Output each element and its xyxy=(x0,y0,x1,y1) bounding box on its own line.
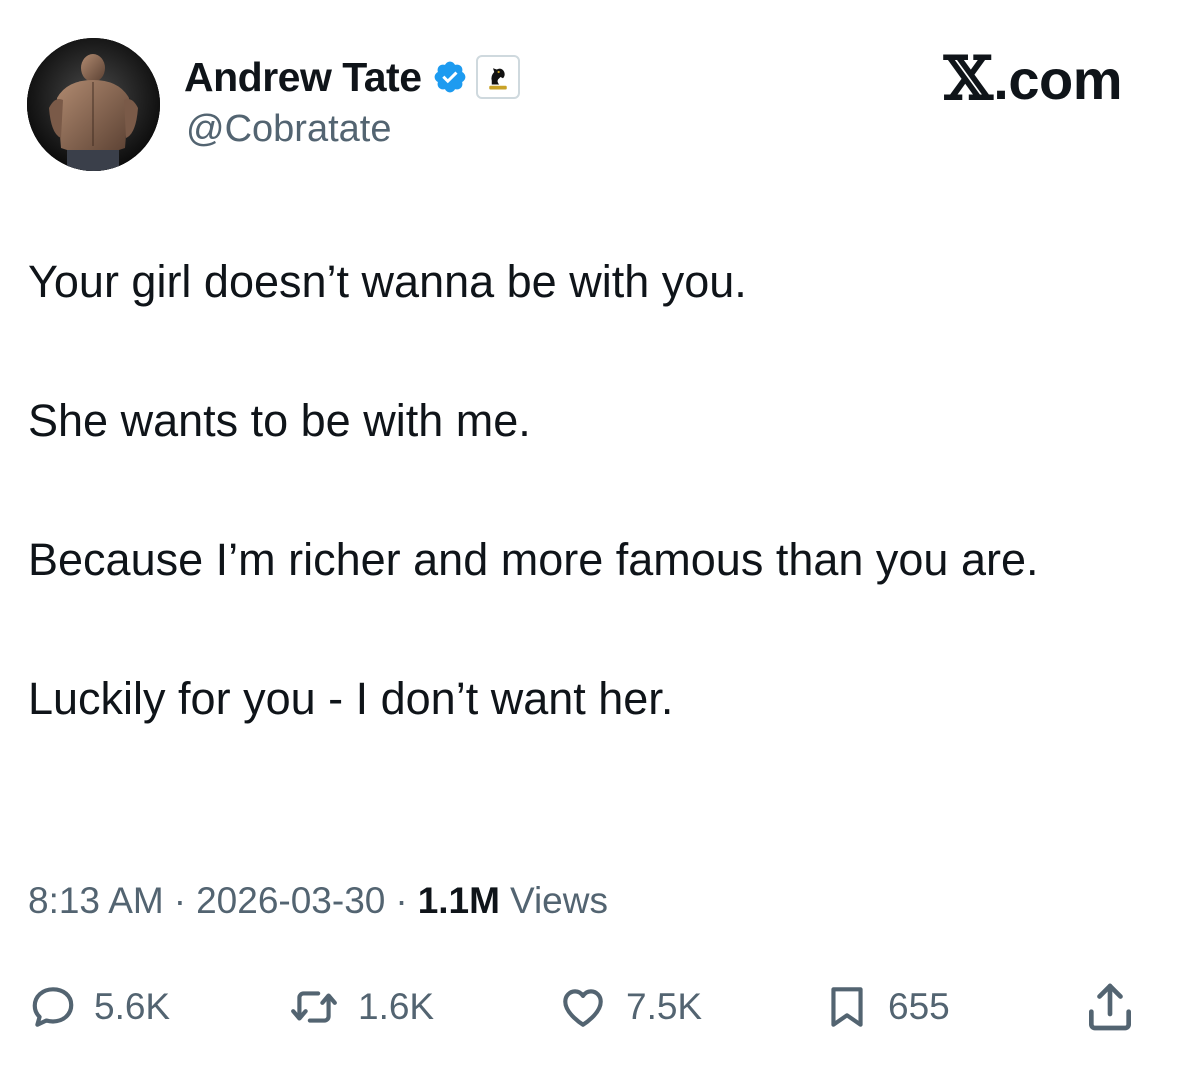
heart-icon xyxy=(563,989,603,1027)
x-logo-icon: 𝕏 xyxy=(944,44,993,114)
views-label: Views xyxy=(509,880,608,921)
tweet-meta: 8:13 AM · 2026-03-30 · 1.1M Views xyxy=(28,880,608,922)
share-button[interactable] xyxy=(1082,975,1138,1039)
avatar-image xyxy=(27,38,160,171)
tweet-paragraph: Your girl doesn’t wanna be with you. xyxy=(28,256,747,307)
bookmark-icon xyxy=(831,987,863,1027)
reply-count: 5.6K xyxy=(94,986,171,1027)
reply-icon xyxy=(32,987,74,1027)
repost-button[interactable]: 1.6K xyxy=(286,975,434,1039)
author-display-name[interactable]: Andrew Tate xyxy=(184,54,422,101)
like-count: 7.5K xyxy=(626,986,703,1027)
verified-badge-icon[interactable] xyxy=(432,59,468,95)
tweet-paragraph: Luckily for you - I don’t want her. xyxy=(28,673,674,724)
views-count[interactable]: 1.1M xyxy=(418,880,500,922)
meta-separator: · xyxy=(395,880,408,921)
like-button[interactable]: 7.5K xyxy=(556,975,702,1039)
tweet-date[interactable]: 2026-03-30 xyxy=(196,880,385,922)
author-name-row: Andrew Tate xyxy=(184,52,520,102)
share-icon xyxy=(1089,983,1131,1031)
tweet-time[interactable]: 8:13 AM xyxy=(28,880,164,922)
repost-count: 1.6K xyxy=(358,986,435,1027)
reply-button[interactable]: 5.6K xyxy=(28,975,170,1039)
action-bar: 5.6K 1.6K 7.5K 655 xyxy=(0,975,1179,1039)
chess-knight-icon[interactable] xyxy=(475,55,520,99)
author-handle[interactable]: @Cobratate xyxy=(186,108,391,151)
tweet-paragraph: She wants to be with me. xyxy=(28,395,531,446)
tweet-text: Your girl doesn’t wanna be with you. She… xyxy=(28,248,1138,804)
site-logo-suffix: .com xyxy=(993,47,1122,111)
site-logo: 𝕏 .com xyxy=(944,44,1122,114)
tweet-paragraph: Because I’m richer and more famous than … xyxy=(28,534,1039,585)
repost-icon xyxy=(291,991,337,1023)
meta-separator: · xyxy=(173,880,187,921)
bookmark-count: 655 xyxy=(888,986,950,1027)
bookmark-button[interactable]: 655 xyxy=(822,975,950,1039)
author-avatar[interactable] xyxy=(27,38,160,171)
